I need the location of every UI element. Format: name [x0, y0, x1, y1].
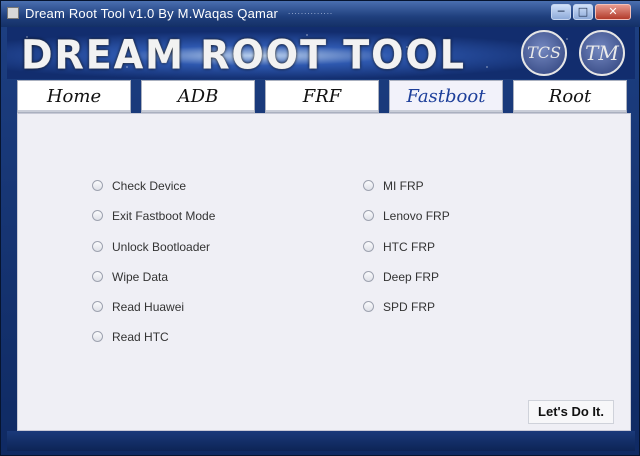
radio-button[interactable] — [92, 241, 103, 252]
radio-button[interactable] — [92, 210, 103, 221]
option-label: Deep FRP — [383, 270, 440, 284]
radio-button[interactable] — [363, 180, 374, 191]
option-label: Wipe Data — [112, 270, 169, 284]
lets-do-it-button[interactable]: Let's Do It. — [528, 400, 614, 424]
option-label: Read Huawei — [112, 300, 185, 314]
minimize-icon: ─ — [557, 5, 565, 18]
maximize-icon: □ — [577, 5, 589, 18]
radio-button[interactable] — [92, 180, 103, 191]
radio-button[interactable] — [92, 331, 103, 342]
option-label: HTC FRP — [383, 240, 435, 254]
radio-button[interactable] — [92, 271, 103, 282]
option-label: Read HTC — [112, 330, 169, 344]
app-icon — [7, 7, 19, 19]
close-icon: ✕ — [608, 5, 618, 18]
tab-frf[interactable]: FRF — [265, 80, 379, 113]
window-title: Dream Root Tool v1.0 By M.Waqas Qamar — [25, 6, 279, 21]
header-banner: DREAM ROOT TOOL TCS TM — [7, 27, 635, 79]
option-label: Lenovo FRP — [383, 209, 450, 223]
tab-bar: Home ADB FRF Fastboot Root — [17, 80, 631, 113]
tab-root[interactable]: Root — [513, 80, 627, 113]
radio-button[interactable] — [363, 241, 374, 252]
tab-fastboot[interactable]: Fastboot — [389, 80, 503, 113]
option-label: Exit Fastboot Mode — [112, 209, 216, 223]
fastboot-panel: Check Device Exit Fastboot Mode Unlock B… — [17, 113, 631, 431]
option-label: Unlock Bootloader — [112, 240, 211, 254]
radio-button[interactable] — [363, 210, 374, 221]
window-title-suffix: ·············· — [288, 10, 334, 18]
minimize-button[interactable]: ─ — [551, 4, 571, 20]
option-label: MI FRP — [383, 179, 424, 193]
radio-button[interactable] — [363, 271, 374, 282]
tcs-badge: TCS — [521, 30, 567, 76]
tm-badge: TM — [579, 30, 625, 76]
option-label: Check Device — [112, 179, 187, 193]
radio-button[interactable] — [92, 301, 103, 312]
app-logo: DREAM ROOT TOOL — [21, 31, 466, 79]
window-footer — [7, 431, 635, 451]
title-bar[interactable]: Dream Root Tool v1.0 By M.Waqas Qamar ··… — [1, 1, 640, 27]
close-button[interactable]: ✕ — [595, 4, 631, 20]
option-label: SPD FRP — [383, 300, 436, 314]
tab-adb[interactable]: ADB — [141, 80, 255, 113]
tab-home[interactable]: Home — [17, 80, 131, 113]
maximize-button[interactable]: □ — [573, 4, 593, 20]
radio-button[interactable] — [363, 301, 374, 312]
app-window: Dream Root Tool v1.0 By M.Waqas Qamar ··… — [0, 0, 640, 456]
